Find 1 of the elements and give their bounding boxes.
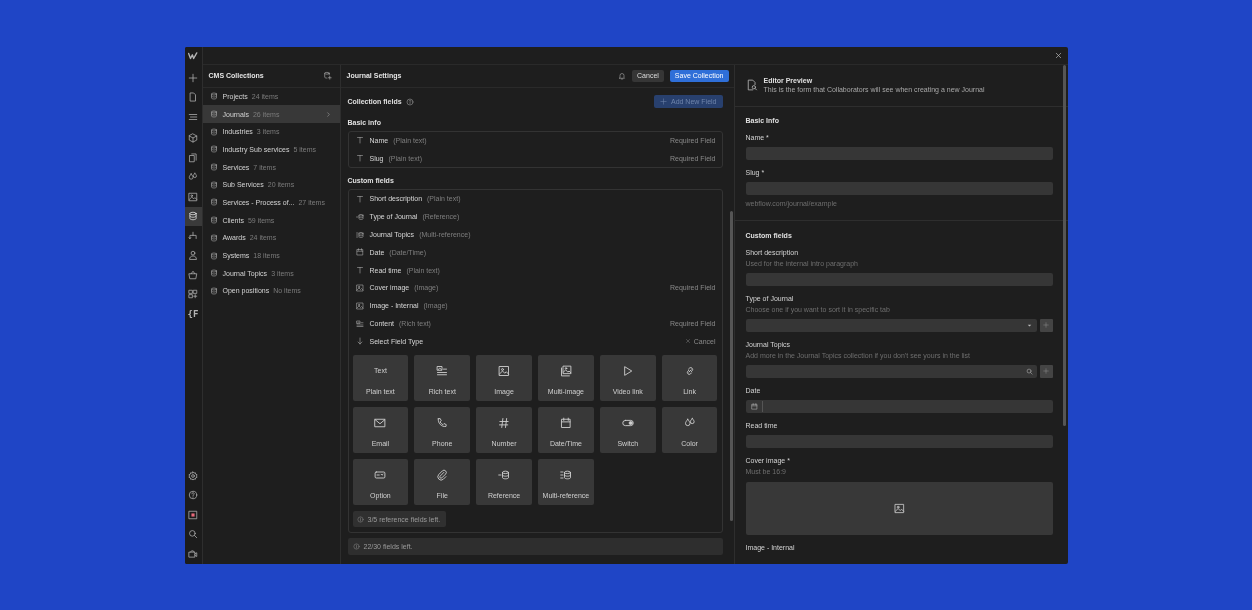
app-button[interactable]: {F [184,304,202,324]
